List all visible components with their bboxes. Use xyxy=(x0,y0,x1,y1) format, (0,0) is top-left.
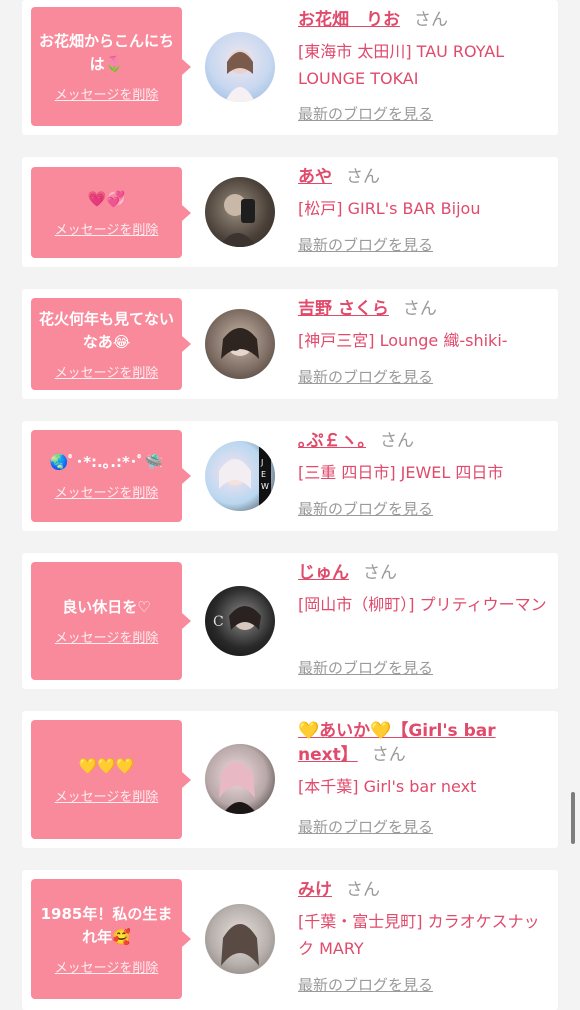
message-text: お花畑からこんにちは🌷 xyxy=(38,32,174,73)
message-text: 花火何年も見てないなあ😂 xyxy=(38,309,174,351)
girl-info: みけ さん [千葉・富士見町] カラオケスナック MARY xyxy=(298,878,552,962)
name-line: ｡ぷ￡ヽ｡ さん xyxy=(298,429,552,453)
svg-text:J: J xyxy=(260,458,263,467)
honorific: さん xyxy=(402,299,437,319)
message-bubble: お花畑からこんにちは🌷 メッセージを削除 xyxy=(31,7,191,126)
scrollbar[interactable] xyxy=(571,792,575,844)
message-card: お花畑からこんにちは🌷 メッセージを削除 お花畑 りお さん [東海市 太田川] … xyxy=(22,0,558,135)
avatar[interactable] xyxy=(205,32,275,102)
girl-name-link[interactable]: 吉野 さくら xyxy=(298,299,389,319)
girl-info: 💛あいか💛【Girl's bar next】 さん [本千葉] Girl's ba… xyxy=(298,719,552,800)
message-bubble: 良い休日を♡ メッセージを削除 xyxy=(31,562,191,680)
delete-message-link[interactable]: メッセージを削除 xyxy=(55,84,159,103)
svg-text:C: C xyxy=(213,614,224,630)
shop-label: [本千葉] Girl's bar next xyxy=(298,777,477,796)
avatar-image: JEW xyxy=(219,447,271,507)
delete-message-link[interactable]: メッセージを削除 xyxy=(55,482,159,501)
latest-blog-link[interactable]: 最新のブログを見る xyxy=(298,498,433,519)
shop-label: [松戸] GIRL's BAR Bijou xyxy=(298,199,481,218)
avatar[interactable] xyxy=(205,177,275,247)
honorific: さん xyxy=(363,563,397,583)
delete-message-link[interactable]: メッセージを削除 xyxy=(55,957,159,976)
delete-message-link[interactable]: メッセージを削除 xyxy=(55,786,159,805)
girl-info: 吉野 さくら さん [神戸三宮] Lounge 織-shiki- xyxy=(298,297,552,354)
message-bubble: 花火何年も見てないなあ😂 メッセージを削除 xyxy=(31,298,191,390)
avatar-image xyxy=(219,194,257,247)
shop-label: [東海市 太田川] TAU ROYAL LOUNGE TOKAI xyxy=(298,42,505,88)
latest-blog-link[interactable]: 最新のブログを見る xyxy=(298,103,433,124)
message-bubble: 1985年！私の生まれ年🥰 メッセージを削除 xyxy=(31,879,191,999)
message-text: 良い休日を♡ xyxy=(62,598,151,616)
girl-name-link[interactable]: お花畑 りお xyxy=(298,10,400,30)
girl-info: ｡ぷ￡ヽ｡ さん [三重 四日市] JEWEL 四日市 xyxy=(298,429,552,486)
name-line: みけ さん xyxy=(298,878,552,902)
girl-name-link[interactable]: みけ xyxy=(298,880,332,900)
message-card: 花火何年も見てないなあ😂 メッセージを削除 吉野 さくら さん [神戸三宮] Lo… xyxy=(22,289,558,399)
name-line: あや さん xyxy=(298,165,552,189)
honorific: さん xyxy=(380,431,414,451)
avatar-image xyxy=(219,762,257,814)
shop-label: [神戸三宮] Lounge 織-shiki- xyxy=(298,331,508,350)
girl-name-link[interactable]: あや xyxy=(298,167,332,187)
honorific: さん xyxy=(371,745,406,765)
honorific: さん xyxy=(414,10,448,30)
avatar[interactable] xyxy=(205,904,275,974)
message-bubble: 🌏ﾟ･*:.｡.:*･ﾟ🛸 メッセージを削除 xyxy=(31,430,191,522)
avatar[interactable] xyxy=(205,309,275,379)
message-card: 💛💛💛 メッセージを削除 💛あいか💛【Girl's bar next】 さん [本… xyxy=(22,711,558,848)
message-card: 良い休日を♡ メッセージを削除 C じゅん さん [岡山市（柳町）] プリティウー… xyxy=(22,553,558,689)
latest-blog-link[interactable]: 最新のブログを見る xyxy=(298,657,433,678)
avatar-image xyxy=(221,924,259,966)
message-card: 🌏ﾟ･*:.｡.:*･ﾟ🛸 メッセージを削除 JEW ｡ぷ￡ヽ｡ さん [三重 四… xyxy=(22,421,558,531)
message-text: 1985年！私の生まれ年🥰 xyxy=(40,904,173,946)
avatar-image xyxy=(225,50,255,102)
delete-message-link[interactable]: メッセージを削除 xyxy=(55,219,159,238)
avatar-image: C xyxy=(213,606,261,630)
message-card: 💗💞 メッセージを削除 あや さん [松戸] GIRL's BAR Bijou 最… xyxy=(22,157,558,267)
message-text: 🌏ﾟ･*:.｡.:*･ﾟ🛸 xyxy=(49,453,164,471)
delete-message-link[interactable]: メッセージを削除 xyxy=(55,362,159,381)
avatar[interactable]: C xyxy=(205,586,275,656)
honorific: さん xyxy=(346,880,380,900)
girl-name-link[interactable]: ｡ぷ￡ヽ｡ xyxy=(298,431,366,451)
shop-label: [三重 四日市] JEWEL 四日市 xyxy=(298,463,504,482)
latest-blog-link[interactable]: 最新のブログを見る xyxy=(298,974,433,995)
girl-name-link[interactable]: じゅん xyxy=(298,563,349,583)
message-bubble: 💗💞 メッセージを削除 xyxy=(31,167,191,258)
message-bubble: 💛💛💛 メッセージを削除 xyxy=(31,720,191,839)
avatar-image xyxy=(221,328,259,359)
message-text: 💛💛💛 xyxy=(78,756,135,775)
svg-text:E: E xyxy=(261,470,266,479)
shop-label: [岡山市（柳町）] プリティウーマン xyxy=(298,595,547,614)
delete-message-link[interactable]: メッセージを削除 xyxy=(55,627,159,646)
latest-blog-link[interactable]: 最新のブログを見る xyxy=(298,366,433,387)
name-line: お花畑 りお さん xyxy=(298,8,552,32)
honorific: さん xyxy=(346,167,380,187)
girl-info: あや さん [松戸] GIRL's BAR Bijou xyxy=(298,165,552,222)
avatar[interactable] xyxy=(205,744,275,814)
svg-text:W: W xyxy=(261,482,269,491)
latest-blog-link[interactable]: 最新のブログを見る xyxy=(298,234,433,255)
message-text: 💗💞 xyxy=(87,189,126,208)
avatar[interactable]: JEW xyxy=(205,441,275,511)
message-card: 1985年！私の生まれ年🥰 メッセージを削除 みけ さん [千葉・富士見町] カラ… xyxy=(22,870,558,1010)
name-line: 💛あいか💛【Girl's bar next】 さん xyxy=(298,719,552,767)
name-line: 吉野 さくら さん xyxy=(298,297,552,321)
girl-info: お花畑 りお さん [東海市 太田川] TAU ROYAL LOUNGE TOKA… xyxy=(298,8,552,92)
name-line: じゅん さん xyxy=(298,561,552,585)
shop-label: [千葉・富士見町] カラオケスナック MARY xyxy=(298,912,540,958)
latest-blog-link[interactable]: 最新のブログを見る xyxy=(298,816,433,837)
girl-info: じゅん さん [岡山市（柳町）] プリティウーマン xyxy=(298,561,552,618)
